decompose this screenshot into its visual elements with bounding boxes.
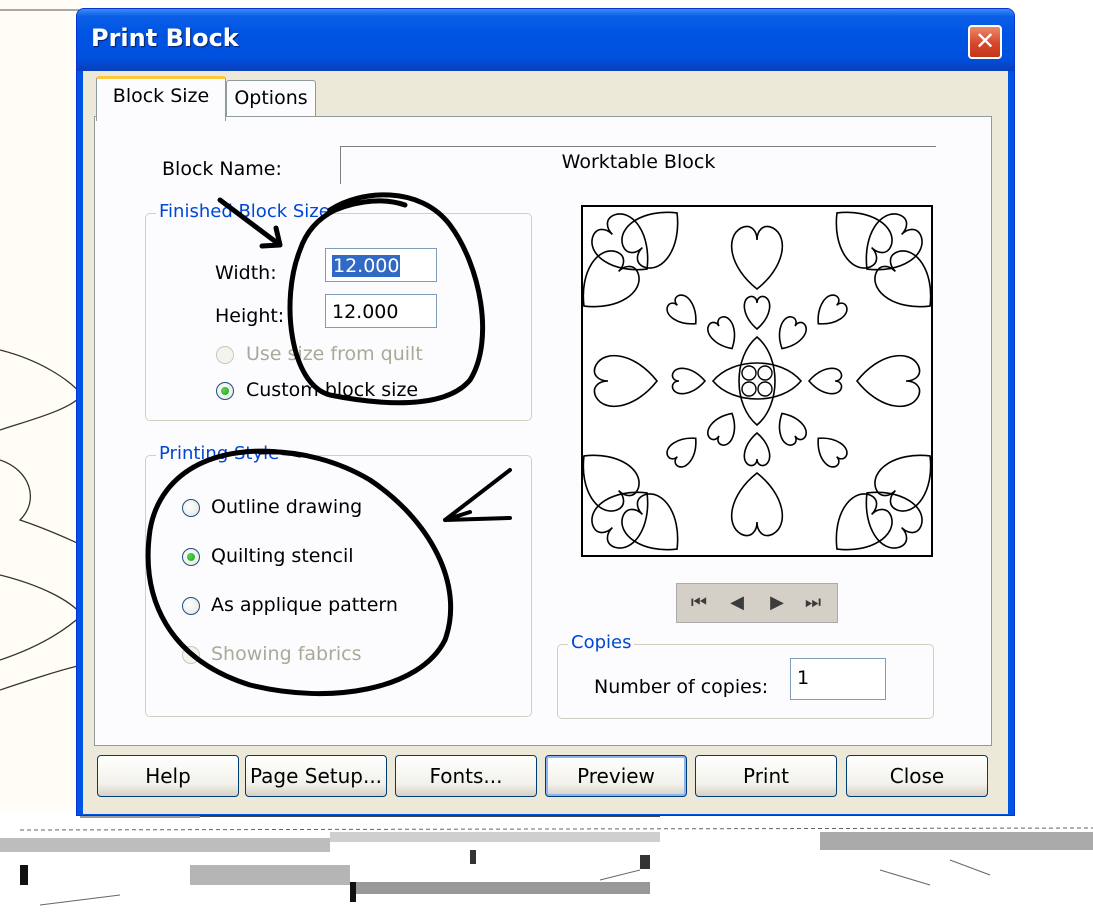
dialog-title: Print Block xyxy=(91,24,239,52)
showing-fabrics-label: Showing fabrics xyxy=(211,643,362,665)
showing-fabrics-radio xyxy=(182,646,200,664)
custom-size-label[interactable]: Custom block size xyxy=(246,379,418,401)
width-label: Width: xyxy=(215,262,277,284)
copies-input[interactable]: 1 xyxy=(790,658,886,700)
close-icon[interactable]: ✕ xyxy=(968,25,1002,59)
background-drawing xyxy=(0,0,82,810)
applique-pattern-radio[interactable] xyxy=(182,597,200,615)
use-quilt-size-label: Use size from quilt xyxy=(246,343,423,365)
block-preview xyxy=(565,194,949,568)
tab-block-size[interactable]: Block Size xyxy=(96,76,226,121)
prev-icon[interactable]: ◀ xyxy=(723,589,751,617)
block-name-label: Block Name: xyxy=(162,158,282,180)
scan-noise xyxy=(0,810,1093,906)
quilting-stencil-radio[interactable] xyxy=(182,548,200,566)
preview-button[interactable]: Preview xyxy=(545,755,687,797)
height-label: Height: xyxy=(215,305,285,327)
height-input[interactable]: 12.000 xyxy=(325,294,437,328)
next-icon[interactable]: ▶ xyxy=(763,589,791,617)
outline-drawing-radio[interactable] xyxy=(182,499,200,517)
use-quilt-size-radio xyxy=(216,346,234,364)
block-name-value: Worktable Block xyxy=(561,151,716,173)
print-button[interactable]: Print xyxy=(695,755,837,797)
window-frame-left xyxy=(77,71,83,815)
copies-legend: Copies xyxy=(568,632,635,653)
help-button[interactable]: Help xyxy=(97,755,239,797)
window-frame-right xyxy=(1008,71,1014,815)
page-setup-button[interactable]: Page Setup... xyxy=(245,755,387,797)
tab-options[interactable]: Options xyxy=(226,80,316,117)
quilt-pattern-image xyxy=(565,194,949,568)
outline-drawing-label[interactable]: Outline drawing xyxy=(211,496,362,518)
applique-pattern-label[interactable]: As applique pattern xyxy=(211,594,398,616)
background-artifacts xyxy=(0,810,1093,915)
first-icon[interactable]: ⏮ xyxy=(685,589,713,617)
close-button[interactable]: Close xyxy=(846,755,988,797)
printing-style-legend: Printing Style xyxy=(156,443,283,464)
finished-block-size-legend: Finished Block Size xyxy=(156,201,333,222)
preview-navigation: ⏮ ◀ ▶ ⏭ xyxy=(676,583,838,623)
background-sketch xyxy=(0,9,82,691)
width-input[interactable]: 12.000 xyxy=(325,248,437,282)
printing-style-group: Printing Style xyxy=(145,443,532,717)
last-icon[interactable]: ⏭ xyxy=(799,589,827,617)
width-value: 12.000 xyxy=(332,255,401,277)
quilting-stencil-label[interactable]: Quilting stencil xyxy=(211,545,354,567)
title-bar: Print Block ✕ xyxy=(77,9,1014,71)
block-name-field[interactable]: Worktable Block xyxy=(340,146,936,184)
custom-size-radio[interactable] xyxy=(216,382,234,400)
copies-label: Number of copies: xyxy=(594,676,769,698)
fonts-button[interactable]: Fonts... xyxy=(395,755,537,797)
